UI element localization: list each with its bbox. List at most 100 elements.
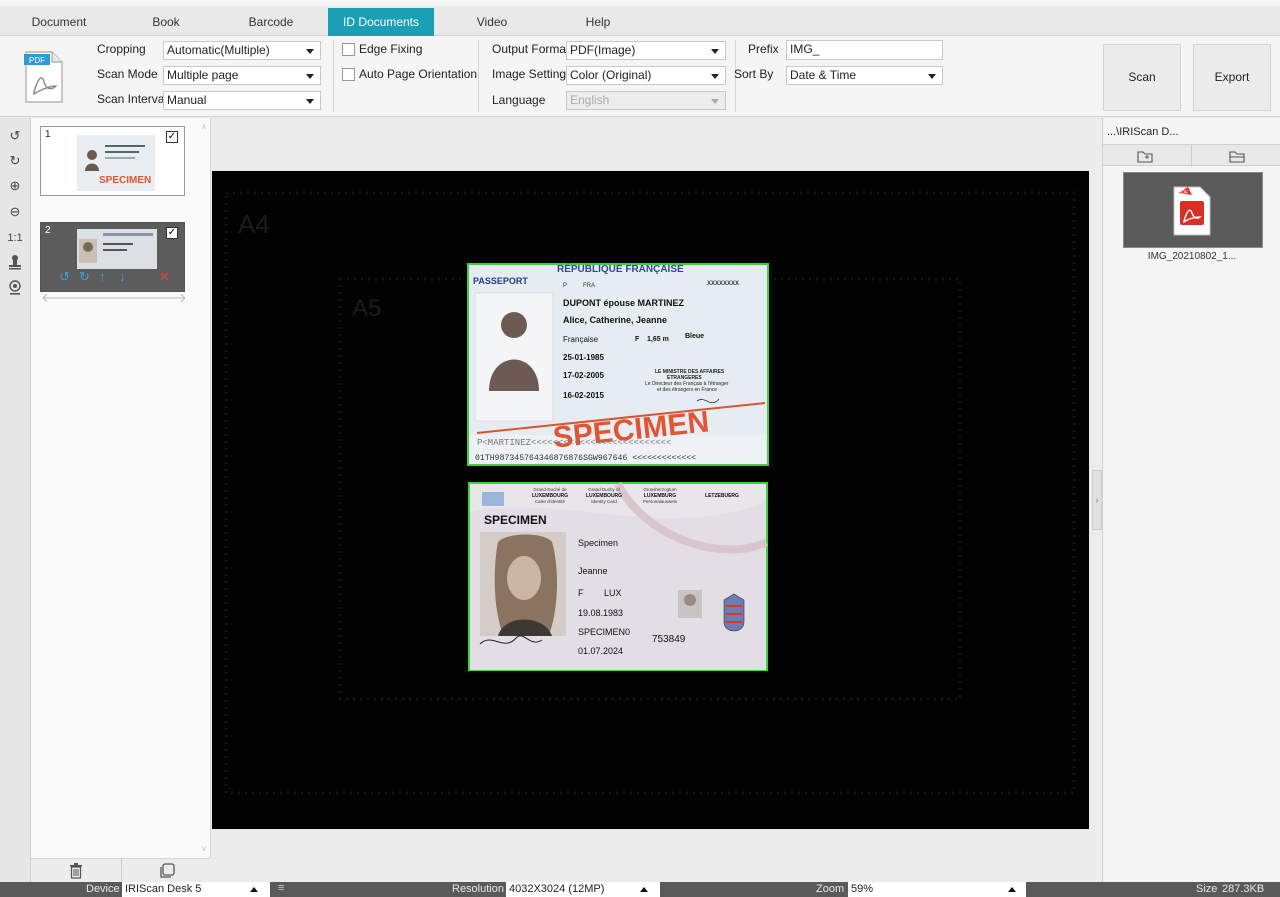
resolution-select[interactable]: 4032X3024 (12MP) — [506, 882, 660, 897]
rotate-right-icon[interactable]: ↻ — [79, 269, 90, 285]
export-button[interactable]: Export — [1193, 44, 1271, 111]
new-folder-icon[interactable] — [1137, 149, 1153, 163]
thumbnail-panel: 1 ✓ SPECIMEN 2 ✓ ↺ ↻ ↑ ↓ ✕ ∧ ∨ — [31, 118, 211, 858]
output-format-value: PDF(Image) — [570, 43, 636, 57]
idcard-expiry: 01.07.2024 — [578, 646, 623, 656]
passport-dob: 25-01-1985 — [563, 353, 604, 362]
passport-height: 1,65 m — [647, 336, 669, 343]
passport-expiry-date: 16-02-2015 — [563, 391, 604, 400]
thumbnail-number: 1 — [45, 129, 51, 140]
thumbnail-checkbox[interactable]: ✓ — [166, 131, 178, 143]
copy-pages-icon[interactable] — [159, 863, 175, 879]
rotate-left-icon[interactable]: ↺ — [5, 126, 25, 146]
language-select: English — [566, 91, 726, 110]
tab-id-documents[interactable]: ID Documents — [328, 8, 434, 36]
left-tool-strip: ↺ ↻ ⊕ ⊖ 1:1 — [0, 118, 31, 882]
idcard-header-2c: Identity Card — [591, 499, 617, 504]
scroll-down-icon[interactable]: ∨ — [201, 844, 209, 854]
passport-mrz-line-1: P<MARTINEZ<<<<<<<<<<<<<<<<<<<<<<<<<< — [477, 438, 671, 448]
prefix-label: Prefix — [748, 42, 779, 56]
edge-fixing-checkbox[interactable] — [342, 43, 355, 56]
move-up-icon[interactable]: ↑ — [99, 269, 106, 284]
thumbnail-action-bar: ↺ ↻ ↑ ↓ ✕ — [59, 269, 179, 289]
sort-by-value: Date & Time — [790, 68, 857, 82]
stamp-icon[interactable] — [5, 254, 25, 274]
thumbnail-page-1[interactable]: 1 ✓ SPECIMEN — [40, 126, 185, 196]
idcard-given-name: Jeanne — [578, 566, 608, 576]
passport-doc-type: PASSEPORT — [473, 276, 528, 286]
pdf-file-icon: PDF — [1173, 186, 1211, 236]
pdf-file-icon[interactable]: PDF — [22, 48, 66, 106]
rotate-right-icon[interactable]: ↻ — [5, 151, 25, 171]
auto-orientation-checkbox[interactable] — [342, 68, 355, 81]
passport-nationality: Française — [563, 335, 599, 344]
ribbon-divider — [478, 40, 479, 112]
actual-size-icon[interactable]: 1:1 — [5, 228, 25, 248]
passport-authority-4: et des étrangers en France — [657, 387, 717, 393]
tab-help[interactable]: Help — [556, 8, 640, 36]
folder-toolbar — [1103, 144, 1280, 167]
sort-by-select[interactable]: Date & Time — [786, 66, 943, 85]
zoom-out-icon[interactable]: ⊖ — [5, 202, 25, 222]
top-strip — [0, 0, 1280, 6]
tab-book[interactable]: Book — [124, 8, 208, 36]
delete-icon[interactable]: ✕ — [159, 269, 170, 285]
output-file-thumbnail[interactable]: PDF — [1123, 172, 1263, 248]
language-value: English — [570, 93, 610, 107]
size-label: Size — [1196, 883, 1218, 895]
output-file-name: IMG_20210802_1... — [1147, 251, 1237, 262]
webcam-icon[interactable] — [5, 280, 25, 300]
device-value: IRIScan Desk 5 — [125, 883, 202, 895]
passport-issue-date: 17-02-2005 — [563, 371, 604, 380]
id-card-document[interactable]: Grand-Duché de LUXEMBOURG Carte d'identi… — [468, 482, 768, 672]
size-value: 287.3KB — [1222, 883, 1265, 895]
cropping-select[interactable]: Automatic(Multiple) — [163, 41, 321, 60]
device-select[interactable]: IRIScan Desk 5 — [122, 882, 270, 897]
thumbnail-page-2[interactable]: 2 ✓ ↺ ↻ ↑ ↓ ✕ — [40, 222, 185, 292]
folder-toolbar-divider — [1191, 145, 1192, 167]
scan-mode-label: Scan Mode — [97, 67, 158, 81]
tab-barcode[interactable]: Barcode — [226, 8, 316, 36]
thumbnail-checkbox[interactable]: ✓ — [166, 227, 178, 239]
passport-header: RÉPUBLIQUE FRANÇAISE — [557, 263, 684, 275]
idcard-sex: F — [578, 588, 584, 598]
settings-ribbon: PDF Cropping Automatic(Multiple) Scan Mo… — [0, 36, 1280, 117]
prefix-input[interactable]: IMG_ — [786, 40, 943, 60]
resolution-value: 4032X3024 (12MP) — [509, 883, 605, 895]
image-settings-select[interactable]: Color (Original) — [566, 66, 726, 85]
sort-by-label: Sort By — [734, 67, 774, 81]
rotate-left-icon[interactable]: ↺ — [59, 269, 70, 285]
trash-icon[interactable] — [69, 863, 83, 879]
scan-button[interactable]: Scan — [1103, 44, 1181, 111]
chevron-down-icon — [306, 99, 314, 104]
zoom-label: Zoom — [816, 883, 845, 895]
idcard-header-1c: Carte d'identité — [535, 499, 566, 504]
ribbon-divider — [333, 40, 334, 112]
device-settings-icon[interactable]: ≡ — [278, 882, 284, 894]
scan-preview-canvas[interactable]: A4 A5 RÉPUBLIQUE FRANÇAISE PASSEPORT P F… — [212, 171, 1089, 829]
scan-interval-select[interactable]: Manual — [163, 91, 321, 110]
passport-document[interactable]: RÉPUBLIQUE FRANÇAISE PASSEPORT P FRA XXX… — [467, 263, 769, 466]
idcard-can: 753849 — [652, 634, 686, 645]
zoom-value: 59% — [851, 883, 874, 895]
output-format-select[interactable]: PDF(Image) — [566, 41, 726, 60]
thumbnail-divider — [43, 294, 185, 302]
collapse-right-panel-button[interactable]: › — [1092, 470, 1102, 530]
idcard-header-1a: Grand-Duché de — [533, 487, 567, 492]
chevron-down-icon — [928, 74, 936, 79]
scan-mode-select[interactable]: Multiple page — [163, 66, 321, 85]
zoom-select[interactable]: 59% — [848, 882, 1026, 897]
scroll-up-icon[interactable]: ∧ — [201, 122, 209, 132]
open-folder-icon[interactable] — [1229, 149, 1245, 163]
chevron-down-icon — [306, 74, 314, 79]
move-down-icon[interactable]: ↓ — [119, 269, 126, 284]
zoom-in-icon[interactable]: ⊕ — [5, 176, 25, 196]
idcard-dob: 19.08.1983 — [578, 608, 623, 618]
thumbnail-number: 2 — [45, 225, 51, 236]
chevron-up-icon — [250, 887, 258, 892]
tab-video[interactable]: Video — [450, 8, 534, 36]
output-format-label: Output Format — [492, 42, 570, 56]
cropping-label: Cropping — [97, 42, 146, 56]
tab-document[interactable]: Document — [14, 8, 104, 36]
menu-tab-bar: Document Book Barcode ID Documents Video… — [0, 0, 1280, 36]
